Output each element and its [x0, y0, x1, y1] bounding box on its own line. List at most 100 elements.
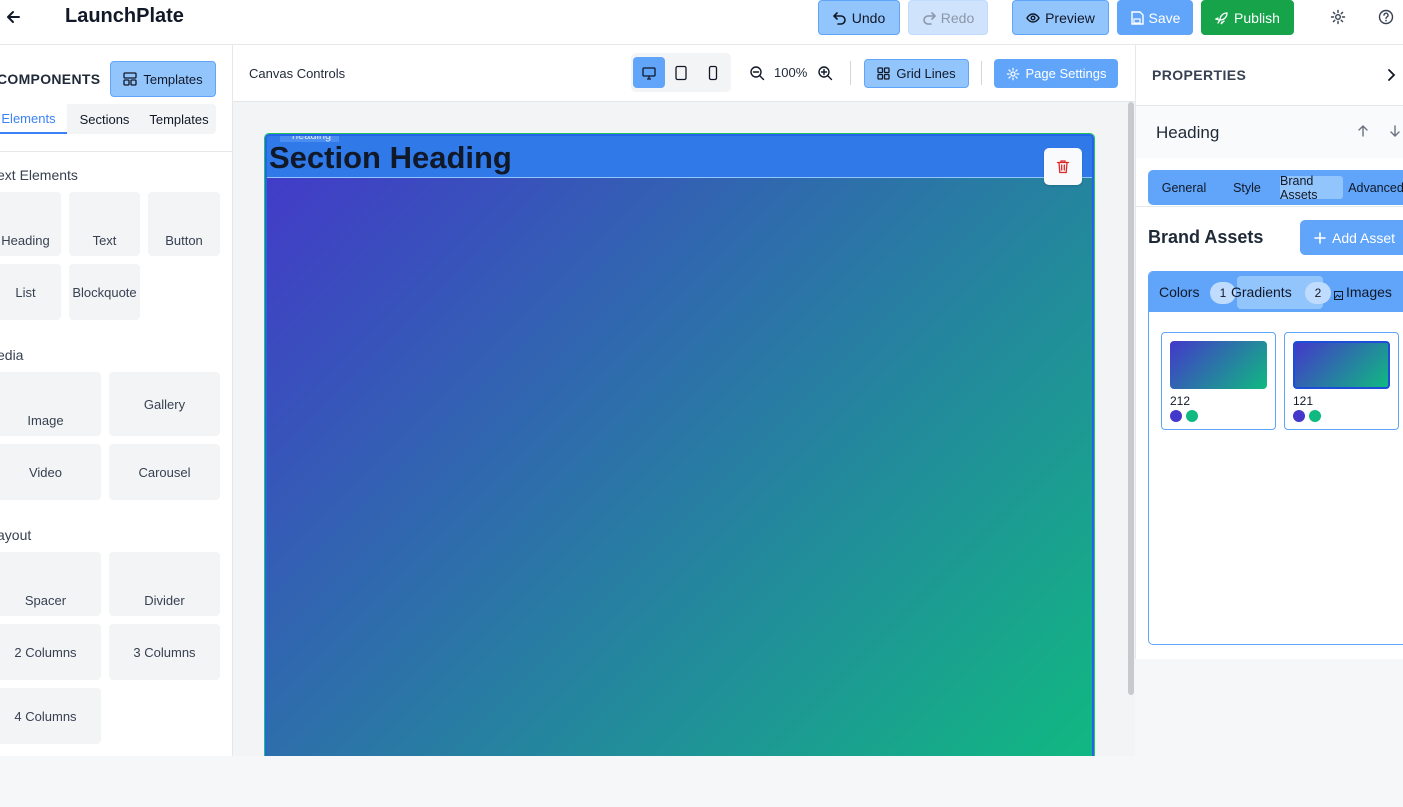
redo-icon — [922, 11, 936, 25]
move-up-icon[interactable] — [1356, 124, 1370, 143]
tab-colors[interactable]: Colors — [1159, 284, 1199, 300]
divider — [1136, 206, 1403, 207]
mobile-view-button[interactable] — [697, 57, 729, 88]
phone-icon — [708, 65, 718, 80]
properties-title: PROPERTIES — [1152, 67, 1247, 83]
top-toolbar: LaunchPlate Undo Redo Preview Save Publi… — [0, 0, 1403, 45]
plus-icon — [1314, 231, 1326, 244]
section-label-media: edia — [0, 347, 24, 363]
properties-panel: PROPERTIES Heading General Style Brand A… — [1135, 45, 1403, 659]
tablet-icon — [675, 65, 687, 80]
component-gallery[interactable]: Gallery — [109, 372, 220, 436]
color-dot — [1309, 410, 1321, 422]
publish-button[interactable]: Publish — [1201, 0, 1294, 35]
templates-button[interactable]: Templates — [110, 61, 216, 97]
component-blockquote[interactable]: Blockquote — [69, 264, 140, 320]
tab-templates[interactable]: Templates — [142, 104, 216, 134]
property-tabs: General Style Brand Assets Advanced — [1148, 170, 1403, 205]
brand-assets-box: Colors 1 Gradients 2 Images 212 121 — [1148, 271, 1403, 645]
undo-button[interactable]: Undo — [818, 0, 900, 35]
section-label-layout: ayout — [0, 527, 32, 543]
tab-general[interactable]: General — [1152, 176, 1216, 199]
templates-button-label: Templates — [143, 71, 203, 87]
separator — [981, 61, 982, 85]
asset-tabs: Colors 1 Gradients 2 Images — [1149, 272, 1403, 312]
help-icon[interactable] — [1378, 9, 1394, 25]
component-carousel[interactable]: Carousel — [109, 444, 220, 500]
bottom-strip — [0, 756, 1403, 807]
component-image[interactable]: Image — [0, 372, 101, 436]
scroll-thumb[interactable] — [1128, 102, 1134, 695]
grid-icon — [877, 67, 891, 80]
component-tabs: Elements Sections Templates — [0, 104, 216, 134]
delete-element-button[interactable] — [1044, 148, 1082, 185]
component-4-columns[interactable]: 4 Columns — [0, 688, 101, 744]
save-button[interactable]: Save — [1117, 0, 1193, 35]
redo-button[interactable]: Redo — [908, 0, 988, 35]
component-divider[interactable]: Divider — [109, 552, 220, 616]
tab-images[interactable]: Images — [1346, 284, 1392, 300]
component-2-columns[interactable]: 2 Columns — [0, 624, 101, 680]
canvas-area: Canvas Controls 100% Grid Lines Page Set… — [233, 45, 1135, 756]
heading-element[interactable]: Section Heading — [267, 136, 1092, 185]
back-arrow-icon[interactable] — [5, 8, 21, 26]
components-panel: COMPONENTS Templates Elements Sections T… — [0, 45, 233, 756]
canvas-controls-label: Canvas Controls — [249, 66, 346, 81]
tablet-view-button[interactable] — [665, 57, 697, 88]
canvas-page-section[interactable]: Section Heading heading — [265, 134, 1094, 756]
canvas-scrollbar[interactable] — [1126, 102, 1135, 756]
gradients-count-badge: 2 — [1305, 282, 1331, 304]
undo-label: Undo — [851, 9, 886, 26]
desktop-view-button[interactable] — [633, 57, 665, 88]
component-button[interactable]: Button — [148, 192, 220, 256]
device-switcher — [631, 53, 731, 92]
layout-icon — [123, 72, 138, 86]
preview-label: Preview — [1045, 9, 1095, 26]
gradient-swatch — [1170, 341, 1267, 389]
chevron-right-icon[interactable] — [1386, 68, 1396, 87]
add-asset-button[interactable]: Add Asset — [1300, 220, 1403, 255]
component-video[interactable]: Video — [0, 444, 101, 500]
zoom-out-icon[interactable] — [749, 65, 765, 86]
rocket-icon — [1215, 11, 1228, 24]
component-list[interactable]: List — [0, 264, 61, 320]
tab-gradients[interactable]: Gradients — [1231, 284, 1292, 300]
color-dot — [1186, 410, 1198, 422]
component-heading[interactable]: Heading — [0, 192, 61, 256]
tab-elements[interactable]: Elements — [0, 104, 67, 134]
component-text[interactable]: Text — [69, 192, 140, 256]
monitor-icon — [642, 66, 656, 80]
preview-button[interactable]: Preview — [1012, 0, 1109, 35]
tab-style[interactable]: Style — [1218, 176, 1276, 199]
move-down-icon[interactable] — [1388, 124, 1402, 143]
gradient-card[interactable]: 121 — [1284, 332, 1399, 430]
component-3-columns[interactable]: 3 Columns — [109, 624, 220, 680]
eye-icon — [1026, 12, 1040, 23]
tab-sections[interactable]: Sections — [68, 104, 141, 134]
zoom-in-icon[interactable] — [817, 65, 833, 86]
publish-label: Publish — [1234, 9, 1280, 26]
gradient-name: 212 — [1170, 394, 1191, 408]
save-icon — [1130, 10, 1144, 25]
selected-element-name: Heading — [1156, 123, 1220, 142]
brand-assets-title: Brand Assets — [1148, 227, 1264, 247]
save-label: Save — [1148, 9, 1181, 26]
color-dot — [1170, 410, 1182, 422]
canvas-controls-bar: Canvas Controls 100% Grid Lines Page Set… — [233, 45, 1135, 102]
gradient-card[interactable]: 212 — [1161, 332, 1276, 430]
gradient-swatch-selected — [1293, 341, 1390, 389]
section-heading[interactable]: Section Heading — [269, 140, 512, 176]
divider — [0, 151, 232, 152]
tab-brand-assets[interactable]: Brand Assets — [1280, 174, 1343, 202]
component-spacer[interactable]: Spacer — [0, 552, 101, 616]
tab-advanced[interactable]: Advanced — [1346, 176, 1403, 199]
add-asset-label: Add Asset — [1332, 229, 1396, 246]
grid-lines-button[interactable]: Grid Lines — [864, 59, 969, 88]
page-settings-button[interactable]: Page Settings — [994, 59, 1118, 88]
undo-icon — [832, 11, 846, 25]
selected-element-row: Heading — [1136, 106, 1403, 158]
redo-label: Redo — [940, 9, 975, 26]
gear-icon[interactable] — [1330, 9, 1346, 25]
section-label-text-elements: ext Elements — [0, 167, 78, 183]
gear-icon — [1006, 67, 1019, 80]
